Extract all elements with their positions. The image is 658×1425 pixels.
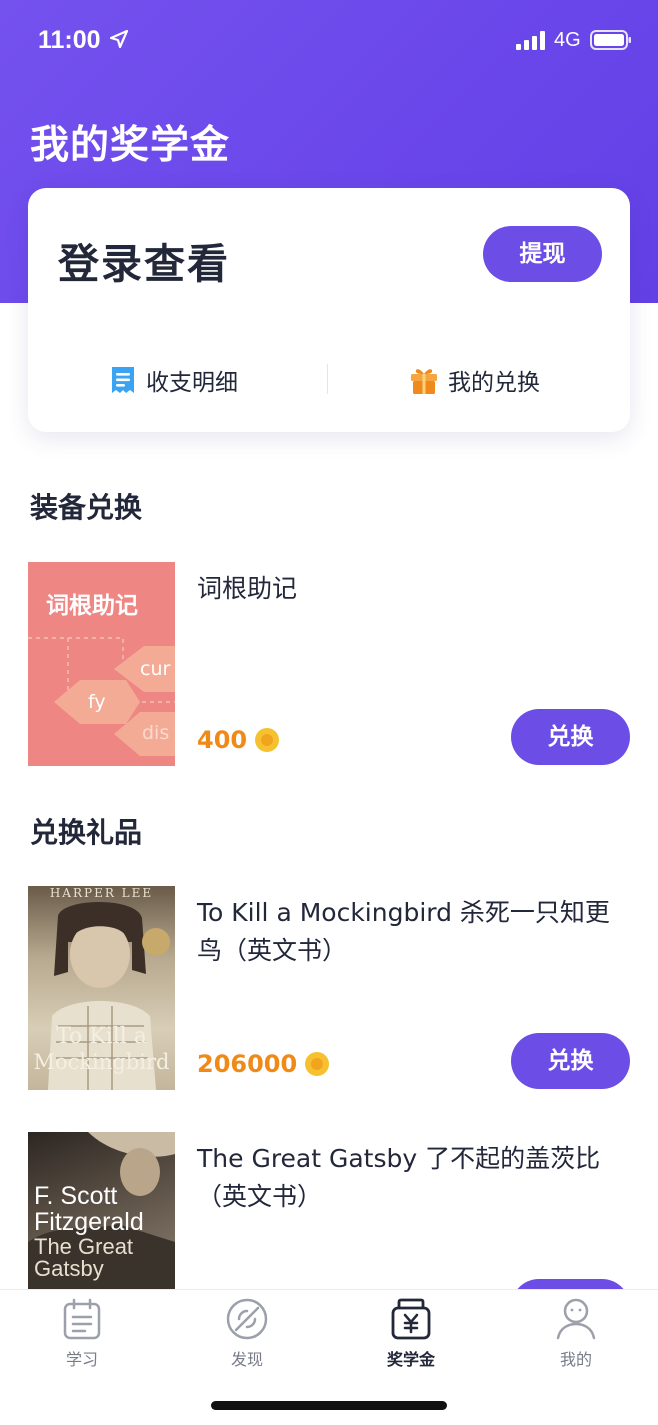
price-value: 400 xyxy=(197,726,248,754)
gatsby-book-cover: F. Scott Fitzgerald The Great Gatsby xyxy=(28,1132,175,1289)
thumb-title: 词根助记 xyxy=(46,593,138,619)
tab-profile[interactable]: 我的 xyxy=(521,1298,631,1370)
my-redemptions-link[interactable]: 我的兑换 xyxy=(410,363,540,397)
cover-author: HARPER LEE xyxy=(49,886,154,900)
withdraw-button[interactable]: 提现 xyxy=(483,226,602,282)
item-name: The Great Gatsby 了不起的盖茨比（英文书） xyxy=(197,1144,601,1211)
my-redemptions-label: 我的兑换 xyxy=(448,370,540,396)
compass-icon xyxy=(226,1298,268,1340)
wallet-yen-icon xyxy=(391,1298,431,1340)
cover-title-line-1: To Kill a xyxy=(56,1024,147,1049)
thumb-tag-cur: cur xyxy=(140,658,171,680)
redeem-button[interactable]: 兑换 xyxy=(511,709,630,765)
scholarship-summary-card: 登录查看 提现 收支明细 我的兑换 xyxy=(28,188,630,432)
cover-author-line-2: Fitzgerald xyxy=(34,1208,144,1236)
coin-icon xyxy=(255,728,280,752)
word-root-thumbnail: 词根助记 cur fy dis xyxy=(28,562,175,766)
redeem-button[interactable]: 兑换 xyxy=(511,1279,630,1289)
receipt-icon xyxy=(112,367,134,393)
status-bar: 11:00 4G xyxy=(0,0,658,80)
tab-scholarship[interactable]: 奖学金 xyxy=(356,1298,466,1370)
thumb-tag-dis: dis xyxy=(142,722,170,744)
network-type: 4G xyxy=(554,29,581,51)
cellular-signal-icon xyxy=(516,31,545,50)
home-indicator[interactable] xyxy=(211,1401,447,1410)
redeem-button[interactable]: 兑换 xyxy=(511,1033,630,1089)
cover-title-line-2: Gatsby xyxy=(34,1256,104,1281)
list-item[interactable]: F. Scott Fitzgerald The Great Gatsby The… xyxy=(28,1132,630,1289)
gift-section-title: 兑换礼品 xyxy=(30,816,143,849)
cover-title-line-2: Mockingbird xyxy=(33,1050,170,1074)
item-price: 400 xyxy=(197,726,280,754)
tab-study[interactable]: 学习 xyxy=(27,1298,137,1370)
transaction-details-link[interactable]: 收支明细 xyxy=(110,363,238,397)
profile-icon xyxy=(556,1298,596,1340)
tab-label: 奖学金 xyxy=(386,1350,435,1369)
list-item[interactable]: HARPER LEE To Kill a Mockingbird To Kill… xyxy=(28,886,630,1090)
tab-label: 发现 xyxy=(230,1350,263,1369)
cover-author-line-1: F. Scott xyxy=(34,1182,118,1210)
coin-icon xyxy=(305,1052,330,1076)
list-item[interactable]: 词根助记 cur fy dis 词根助记 400 兑换 xyxy=(28,562,630,766)
card-divider xyxy=(327,364,328,394)
item-name: To Kill a Mockingbird 杀死一只知更鸟（英文书） xyxy=(197,898,610,965)
battery-icon xyxy=(590,30,631,50)
page-title: 我的奖学金 xyxy=(30,123,231,168)
tab-label: 我的 xyxy=(559,1350,592,1369)
tab-label: 学习 xyxy=(65,1350,98,1369)
location-arrow-icon xyxy=(110,30,128,48)
tab-discover[interactable]: 发现 xyxy=(192,1298,302,1370)
item-price: 206000 xyxy=(197,1050,330,1078)
transaction-details-label: 收支明细 xyxy=(146,370,238,396)
calendar-icon xyxy=(63,1298,101,1340)
equipment-section-title: 装备兑换 xyxy=(30,491,143,524)
status-time: 11:00 xyxy=(38,26,101,54)
login-to-view-label[interactable]: 登录查看 xyxy=(58,230,230,290)
mockingbird-book-cover: HARPER LEE To Kill a Mockingbird xyxy=(28,886,175,1090)
price-value: 206000 xyxy=(197,1050,298,1078)
gift-icon xyxy=(411,369,437,394)
thumb-tag-fy: fy xyxy=(88,691,106,713)
item-name: 词根助记 xyxy=(197,574,298,603)
